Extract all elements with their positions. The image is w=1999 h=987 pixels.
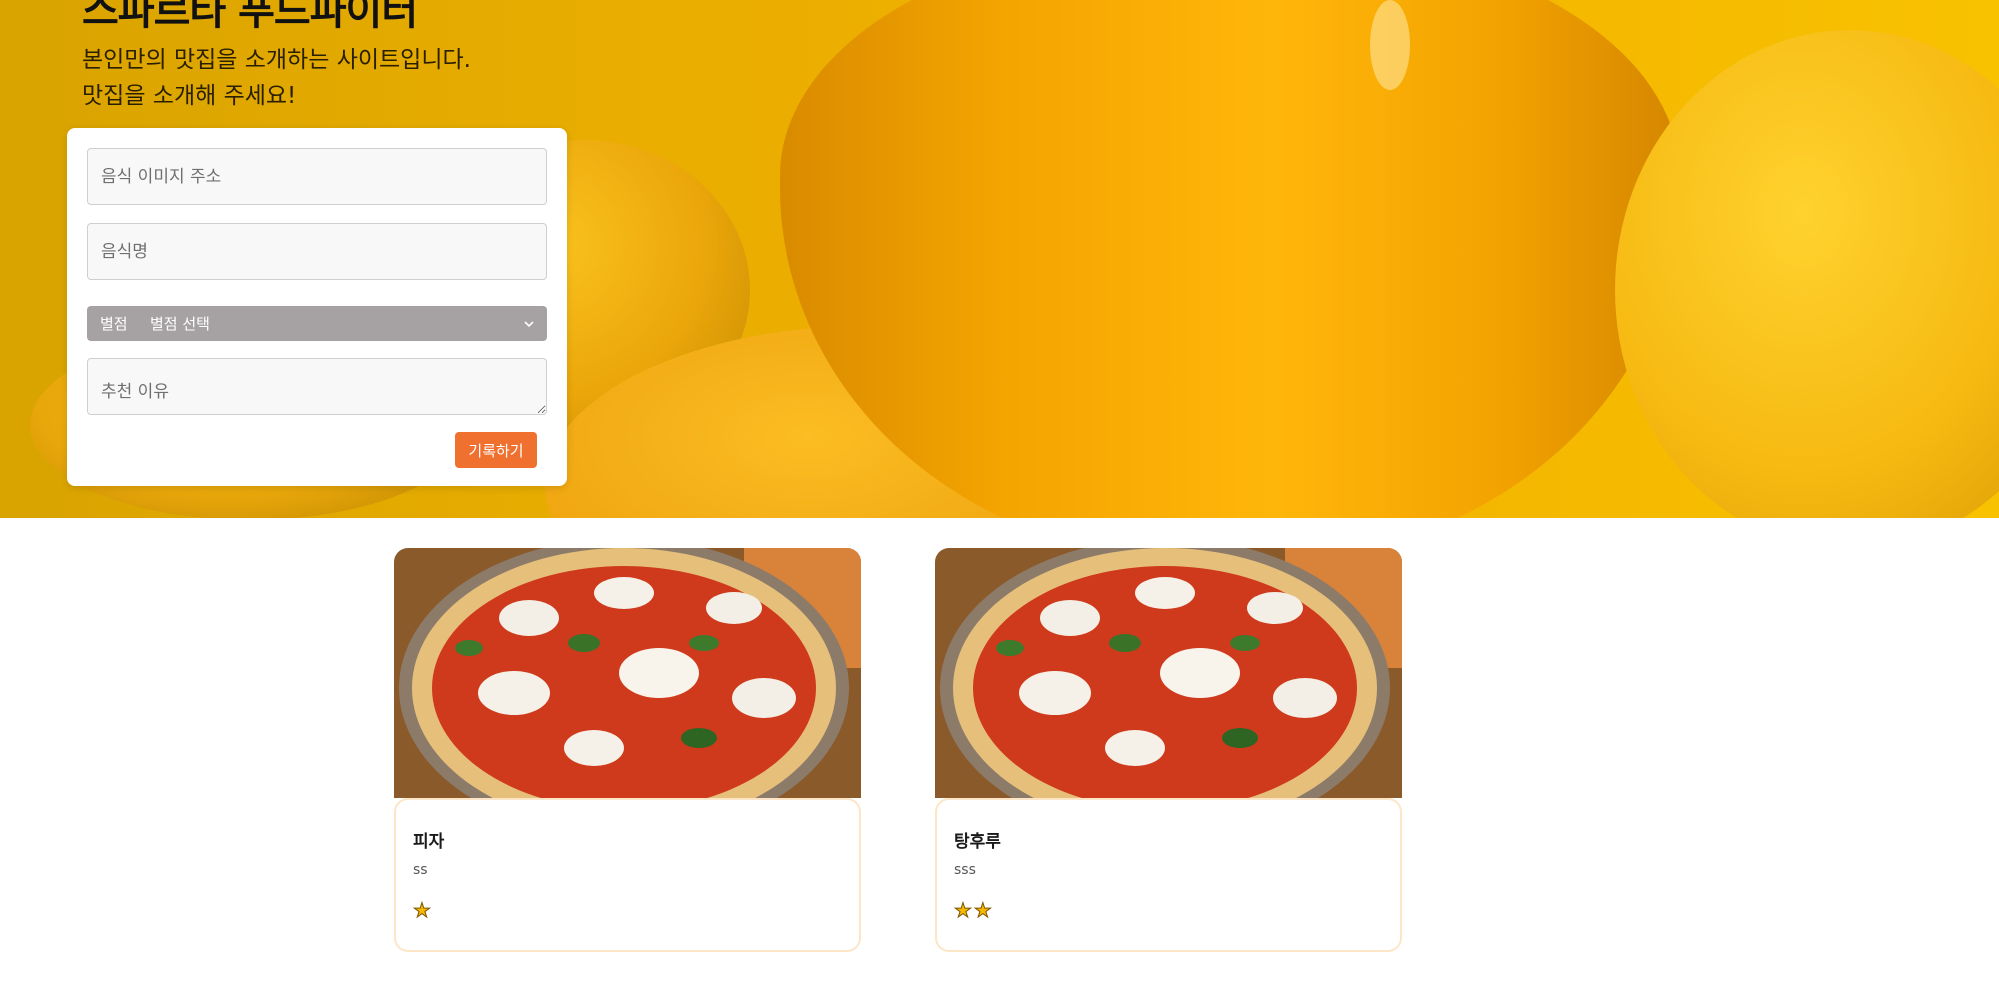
food-comment: sss xyxy=(954,862,976,878)
hero-banner: 스파르타 푸드파이터 본인만의 맛집을 소개하는 사이트입니다. 맛집을 소개해… xyxy=(0,0,1999,518)
pepper-highlight xyxy=(1370,0,1410,90)
food-image xyxy=(935,548,1402,798)
food-card-body: 탕후루 sss ★★ xyxy=(935,798,1402,952)
food-card: 피자 ss ★ xyxy=(394,548,861,952)
pepper-decoration xyxy=(780,0,1680,518)
rating-select[interactable]: 별점 별점 선택 xyxy=(87,306,547,341)
submit-button[interactable]: 기록하기 xyxy=(455,432,537,468)
pizza-image xyxy=(394,548,861,798)
rating-selected-value: 별점 선택 xyxy=(150,315,210,333)
star-rating: ★ xyxy=(413,898,433,923)
food-record-form: 별점 별점 선택 기록하기 xyxy=(67,128,567,486)
food-card: 탕후루 sss ★★ xyxy=(935,548,1402,952)
pizza-image xyxy=(935,548,1402,798)
rating-label: 별점 xyxy=(100,315,128,333)
food-name-input[interactable] xyxy=(87,223,547,280)
lemon-decoration xyxy=(1615,30,1999,518)
image-url-input[interactable] xyxy=(87,148,547,205)
hero-description-line: 맛집을 소개해 주세요! xyxy=(82,83,297,109)
food-title: 피자 xyxy=(413,832,445,852)
hero-description-line: 본인만의 맛집을 소개하는 사이트입니다. xyxy=(82,47,471,73)
food-comment: ss xyxy=(413,862,428,878)
hero-description: 본인만의 맛집을 소개하는 사이트입니다. 맛집을 소개해 주세요! xyxy=(82,42,471,114)
food-image xyxy=(394,548,861,798)
page-title: 스파르타 푸드파이터 xyxy=(82,0,418,34)
food-card-body: 피자 ss ★ xyxy=(394,798,861,952)
food-title: 탕후루 xyxy=(954,832,1001,852)
reason-textarea[interactable] xyxy=(87,358,547,415)
star-rating: ★★ xyxy=(954,898,994,923)
chevron-down-icon xyxy=(524,320,534,327)
